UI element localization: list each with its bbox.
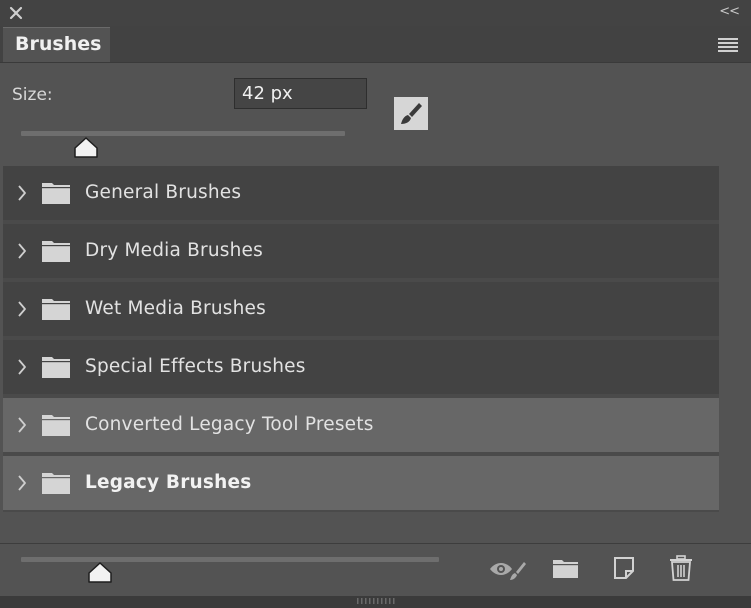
tab-brushes[interactable]: Brushes xyxy=(3,27,110,62)
brush-group-row[interactable]: General Brushes xyxy=(3,166,719,220)
brush-group-label: Dry Media Brushes xyxy=(85,240,263,261)
brush-group-row[interactable]: Converted Legacy Tool Presets xyxy=(3,398,719,452)
brush-group-list: General Brushes Dry Media Brushes Wet Medi… xyxy=(3,166,719,512)
chevron-right-icon[interactable] xyxy=(16,473,28,493)
folder-icon xyxy=(42,415,70,436)
trash-icon[interactable] xyxy=(669,555,693,581)
brush-group-row[interactable]: Wet Media Brushes xyxy=(3,282,719,336)
chevron-right-icon[interactable] xyxy=(16,299,28,319)
size-slider-thumb[interactable] xyxy=(73,137,99,159)
brush-group-label: Wet Media Brushes xyxy=(85,298,266,319)
brush-group-label: Converted Legacy Tool Presets xyxy=(85,414,374,435)
panel-bottom-edge xyxy=(0,596,751,608)
paintbrush-icon xyxy=(401,103,422,124)
brush-group-row[interactable]: Legacy Brushes xyxy=(3,456,719,510)
panel-title-bar: << xyxy=(0,0,751,26)
size-input[interactable] xyxy=(234,78,367,109)
panel-menu-icon[interactable] xyxy=(718,38,738,52)
chevron-right-icon[interactable] xyxy=(16,357,28,377)
size-slider-track[interactable] xyxy=(21,131,345,136)
thumbnail-size-slider-track[interactable] xyxy=(21,557,439,562)
chevron-right-icon[interactable] xyxy=(16,241,28,261)
eye-brush-icon[interactable] xyxy=(488,558,528,584)
close-icon[interactable] xyxy=(8,5,24,21)
thumbnail-size-slider-thumb[interactable] xyxy=(87,562,113,584)
chevron-right-icon[interactable] xyxy=(16,415,28,435)
footer-bar xyxy=(0,544,751,596)
folder-icon xyxy=(42,183,70,204)
resize-grip-icon[interactable] xyxy=(357,598,395,604)
collapse-panel-icon[interactable]: << xyxy=(719,4,740,19)
chevron-right-icon[interactable] xyxy=(16,183,28,203)
new-folder-icon[interactable] xyxy=(552,557,580,579)
brush-group-row[interactable]: Dry Media Brushes xyxy=(3,224,719,278)
tab-row: Brushes xyxy=(0,26,751,63)
brush-group-label: General Brushes xyxy=(85,182,242,203)
list-scrollbar[interactable] xyxy=(719,166,751,512)
new-brush-icon[interactable] xyxy=(612,556,636,580)
brush-group-label: Special Effects Brushes xyxy=(85,356,306,377)
folder-icon xyxy=(42,473,70,494)
folder-icon xyxy=(42,241,70,262)
brush-settings-toggle[interactable] xyxy=(394,97,428,130)
size-label: Size: xyxy=(12,85,53,105)
brush-group-label: Legacy Brushes xyxy=(85,472,252,493)
folder-icon xyxy=(42,357,70,378)
folder-icon xyxy=(42,299,70,320)
brush-group-row[interactable]: Special Effects Brushes xyxy=(3,340,719,394)
